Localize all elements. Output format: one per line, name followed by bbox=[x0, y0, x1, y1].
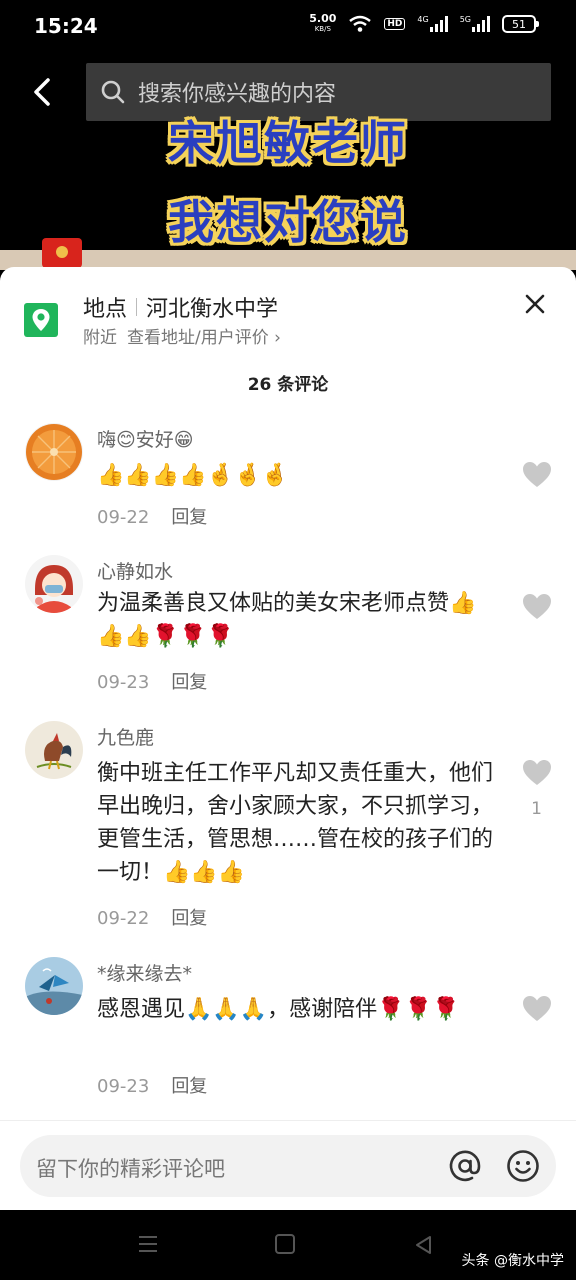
comment-count: 26 条评论 bbox=[247, 375, 329, 395]
comment-input-bar: 留下你的精彩评论吧 bbox=[0, 1120, 576, 1210]
signal-4g-label: 4G bbox=[417, 15, 429, 24]
heart-icon[interactable] bbox=[522, 759, 552, 787]
heart-icon[interactable] bbox=[522, 995, 552, 1023]
location-subtitle[interactable]: 附近 查看地址/用户评价 › bbox=[83, 323, 281, 348]
watermark: 头条 @衡水中学 bbox=[461, 1253, 564, 1269]
search-icon bbox=[101, 80, 125, 104]
comment-meta: 09-23 回复 bbox=[97, 1072, 207, 1098]
avatar[interactable] bbox=[25, 957, 83, 1015]
location-divider bbox=[136, 298, 138, 316]
wifi-icon bbox=[349, 15, 372, 32]
status-icons: 5.00 KB/S HD 4G 5G 51 bbox=[309, 13, 539, 34]
close-icon[interactable] bbox=[524, 293, 546, 315]
heart-icon[interactable] bbox=[522, 593, 552, 621]
comment-sheet: 地点 河北衡水中学 附近 查看地址/用户评价 › 26 条评论 嗨😊安好😁 👍👍👍… bbox=[0, 267, 576, 1210]
video-caption-line-1: 宋旭敏老师 bbox=[168, 116, 408, 170]
comment-meta: 09-22 回复 bbox=[97, 503, 207, 529]
location-detail-link[interactable]: 查看地址/用户评价 › bbox=[127, 328, 281, 348]
video-caption-line-2: 我想对您说 bbox=[168, 195, 408, 249]
status-time: 15:24 bbox=[34, 14, 98, 38]
comment-text: 感恩遇见🙏🙏🙏，感谢陪伴🌹🌹🌹 bbox=[97, 997, 460, 1022]
nav-back-icon[interactable] bbox=[412, 1234, 434, 1256]
comment-text: 为温柔善良又体贴的美女宋老师点赞👍👍👍🌹🌹🌹 bbox=[97, 591, 477, 649]
avatar[interactable] bbox=[25, 721, 83, 779]
location-name[interactable]: 河北衡水中学 bbox=[146, 291, 278, 323]
location-label: 地点 bbox=[83, 297, 128, 322]
like-count: 1 bbox=[531, 799, 542, 819]
emoji-icon[interactable] bbox=[506, 1149, 540, 1183]
location-nearby: 附近 bbox=[83, 328, 117, 348]
battery-icon: 51 bbox=[502, 15, 539, 33]
comment-author[interactable]: 心静如水 bbox=[97, 557, 173, 584]
comment-text: 👍👍👍👍🤞🤞🤞 bbox=[97, 463, 289, 488]
system-nav-bar: 头条 @衡水中学 bbox=[0, 1210, 576, 1280]
reply-button[interactable]: 回复 bbox=[171, 507, 207, 528]
location-pin-icon bbox=[24, 303, 58, 337]
status-bar: 15:24 5.00 KB/S HD 4G 5G 51 bbox=[0, 0, 576, 52]
menu-icon[interactable] bbox=[137, 1234, 159, 1254]
net-speed-unit: KB/S bbox=[314, 25, 331, 33]
comment-meta: 09-22 回复 bbox=[97, 904, 207, 930]
comment-date: 09-23 bbox=[97, 1076, 150, 1097]
reply-button[interactable]: 回复 bbox=[171, 672, 207, 693]
comment-text: 衡中班主任工作平凡却又责任重大，他们早出晚归，舍小家顾大家，不只抓学习，更管生活… bbox=[97, 761, 494, 885]
net-speed: 5.00 KB/S bbox=[309, 13, 336, 34]
hd-badge: HD bbox=[384, 18, 406, 30]
home-icon[interactable] bbox=[275, 1234, 295, 1254]
comment-author[interactable]: 嗨😊安好😁 bbox=[97, 425, 194, 452]
comment-date: 09-22 bbox=[97, 507, 150, 528]
comment-input-placeholder[interactable]: 留下你的精彩评论吧 bbox=[36, 1153, 225, 1183]
comment-author[interactable]: 九色鹿 bbox=[97, 723, 154, 750]
location-title[interactable]: 地点 河北衡水中学 bbox=[83, 291, 278, 323]
reply-button[interactable]: 回复 bbox=[171, 908, 207, 929]
battery-level: 51 bbox=[512, 17, 526, 31]
comment-date: 09-23 bbox=[97, 672, 150, 693]
signal-5g-label: 5G bbox=[459, 15, 471, 24]
video-area[interactable]: 搜索你感兴趣的内容 宋旭敏老师 我想对您说 bbox=[0, 52, 576, 270]
reply-button[interactable]: 回复 bbox=[171, 1076, 207, 1097]
comment-meta: 09-23 回复 bbox=[97, 668, 207, 694]
at-mention-icon[interactable] bbox=[448, 1149, 482, 1183]
avatar[interactable] bbox=[25, 555, 83, 613]
back-arrow-icon[interactable] bbox=[28, 72, 58, 112]
comment-author[interactable]: *缘来缘去* bbox=[97, 959, 192, 986]
signal-4g-icon: 4G bbox=[417, 15, 448, 32]
red-envelope-icon[interactable] bbox=[42, 238, 82, 268]
comment-date: 09-22 bbox=[97, 908, 150, 929]
comment-input[interactable]: 留下你的精彩评论吧 bbox=[20, 1135, 556, 1197]
avatar[interactable] bbox=[25, 423, 83, 481]
search-input[interactable]: 搜索你感兴趣的内容 bbox=[138, 76, 336, 108]
signal-5g-icon: 5G bbox=[460, 16, 490, 32]
heart-icon[interactable] bbox=[522, 461, 552, 489]
